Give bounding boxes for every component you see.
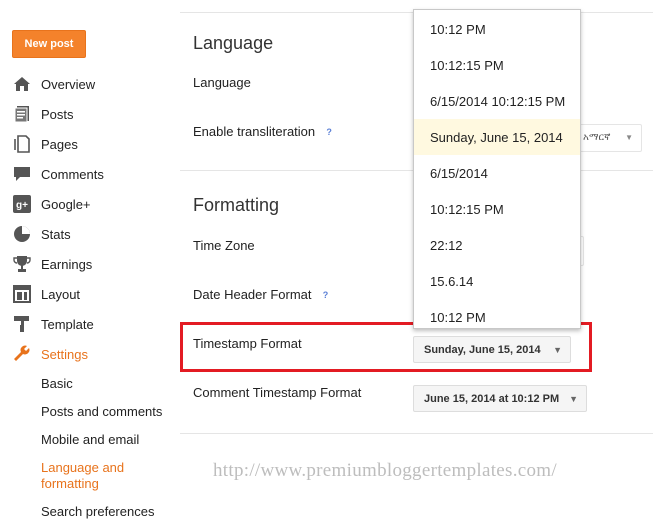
stats-icon	[12, 224, 32, 244]
timestamp-format-dropdown: 10:12 PM 10:12:15 PM 6/15/2014 10:12:15 …	[413, 9, 581, 329]
comments-icon	[12, 164, 32, 184]
dropdown-option[interactable]: 10:12 PM	[414, 299, 580, 328]
sidebar-item-label: Overview	[41, 76, 96, 92]
sidebar-item-settings[interactable]: Settings	[12, 342, 88, 366]
sidebar-item-label: Pages	[41, 136, 78, 152]
transliteration-select[interactable]: አማርኛ ▼	[576, 124, 642, 152]
sidebar-item-label: Template	[41, 316, 94, 332]
layout-icon	[12, 284, 32, 304]
sidebar-subitem-basic[interactable]: Basic	[41, 376, 73, 392]
sidebar-item-label: Settings	[41, 346, 88, 362]
sidebar-subitem-language-and-formatting[interactable]: Language and formatting	[41, 460, 151, 492]
sidebar-item-template[interactable]: Template	[12, 312, 94, 336]
comment-timestamp-label: Comment Timestamp Format	[193, 385, 362, 400]
dropdown-option[interactable]: 10:12 PM	[414, 11, 580, 47]
watermark-text: http://www.premiumbloggertemplates.com/	[213, 460, 557, 481]
svg-text:g+: g+	[16, 200, 28, 211]
chevron-down-icon: ▼	[625, 133, 633, 142]
home-icon	[12, 74, 32, 94]
sidebar-item-pages[interactable]: Pages	[12, 132, 78, 156]
new-post-button[interactable]: New post	[12, 30, 86, 58]
sidebar-subitem-mobile-and-email[interactable]: Mobile and email	[41, 432, 139, 448]
timezone-label: Time Zone	[193, 238, 255, 253]
sidebar-item-overview[interactable]: Overview	[12, 72, 95, 96]
wrench-icon	[12, 344, 32, 364]
bottom-divider	[180, 433, 653, 434]
sidebar-item-label: Google+	[41, 196, 91, 212]
help-icon[interactable]: ?	[320, 290, 332, 302]
sidebar-subitem-posts-and-comments[interactable]: Posts and comments	[41, 404, 162, 420]
timestamp-format-value: Sunday, June 15, 2014	[424, 343, 541, 356]
transliteration-value: አማርኛ	[583, 132, 611, 143]
google-plus-icon: g+	[12, 194, 32, 214]
sidebar-item-google-plus[interactable]: g+ Google+	[12, 192, 91, 216]
date-header-label: Date Header Format?	[193, 287, 332, 302]
transliteration-label: Enable transliteration?	[193, 124, 335, 139]
help-icon[interactable]: ?	[323, 127, 335, 139]
dropdown-option[interactable]: 6/15/2014	[414, 155, 580, 191]
sidebar-subitem-search-preferences[interactable]: Search preferences	[41, 504, 154, 520]
dropdown-option[interactable]: 10:12:15 PM	[414, 47, 580, 83]
timestamp-format-select[interactable]: Sunday, June 15, 2014 ▼	[413, 336, 571, 363]
timestamp-label: Timestamp Format	[193, 336, 302, 351]
sidebar-item-label: Comments	[41, 166, 104, 182]
sidebar-item-label: Earnings	[41, 256, 93, 272]
transliteration-label-text: Enable transliteration	[193, 124, 316, 139]
earnings-icon	[12, 254, 32, 274]
formatting-section-title: Formatting	[193, 195, 280, 215]
language-section-title: Language	[193, 33, 274, 53]
dropdown-option[interactable]: 22:12	[414, 227, 580, 263]
dropdown-option[interactable]: 15.6.14	[414, 263, 580, 299]
sidebar-item-earnings[interactable]: Earnings	[12, 252, 92, 276]
sidebar-item-posts[interactable]: Posts	[12, 102, 74, 126]
template-icon	[12, 314, 32, 334]
date-header-label-text: Date Header Format	[193, 287, 312, 302]
sidebar-item-layout[interactable]: Layout	[12, 282, 80, 306]
sidebar-item-label: Posts	[41, 106, 74, 122]
language-label: Language	[193, 75, 251, 90]
sidebar-item-label: Stats	[41, 226, 71, 242]
dropdown-option[interactable]: 6/15/2014 10:12:15 PM	[414, 83, 580, 119]
dropdown-option[interactable]: 10:12:15 PM	[414, 191, 580, 227]
sidebar-item-stats[interactable]: Stats	[12, 222, 71, 246]
dropdown-option-selected[interactable]: Sunday, June 15, 2014	[414, 119, 580, 155]
chevron-down-icon: ▼	[553, 344, 562, 355]
sidebar-item-label: Layout	[41, 286, 81, 302]
comment-timestamp-format-select[interactable]: June 15, 2014 at 10:12 PM ▼	[413, 385, 587, 412]
pages-icon	[12, 134, 32, 154]
sidebar-item-comments[interactable]: Comments	[12, 162, 104, 186]
posts-icon	[12, 104, 32, 124]
comment-timestamp-format-value: June 15, 2014 at 10:12 PM	[424, 392, 560, 405]
sidebar: New post Overview Posts Pages Comments g…	[0, 0, 180, 527]
chevron-down-icon: ▼	[569, 393, 578, 404]
